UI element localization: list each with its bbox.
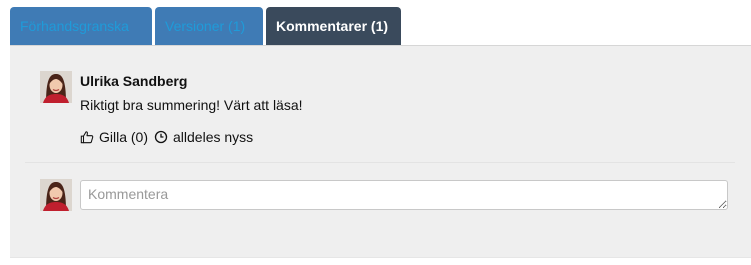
divider <box>25 162 735 163</box>
tab-comments-label: Kommentarer (1) <box>276 18 389 34</box>
time-label: alldeles nyss <box>173 129 254 145</box>
panel-bottom-border <box>10 257 751 258</box>
clock-icon <box>154 130 168 144</box>
comment-text: Riktigt bra summering! Värt att läsa! <box>80 97 303 113</box>
tab-versions-label: Versioner (1) <box>165 18 246 34</box>
tab-preview-label: Förhandsgranska <box>20 18 129 34</box>
avatar <box>40 71 72 103</box>
comments-panel: Ulrika Sandberg Riktigt bra summering! V… <box>10 46 751 257</box>
tab-preview[interactable]: Förhandsgranska <box>10 7 152 45</box>
tab-comments[interactable]: Kommentarer (1) <box>266 7 401 45</box>
like-button[interactable]: Gilla (0) <box>80 129 148 145</box>
tab-versions[interactable]: Versioner (1) <box>155 7 263 45</box>
comment-author: Ulrika Sandberg <box>80 73 188 89</box>
like-label: Gilla (0) <box>99 129 149 145</box>
comment-time: alldeles nyss <box>154 129 253 145</box>
comment-meta: Gilla (0) alldeles nyss <box>80 129 253 145</box>
avatar <box>40 179 72 211</box>
comment-input[interactable] <box>80 180 728 210</box>
tab-bar: Förhandsgranska Versioner (1) Kommentare… <box>10 7 751 46</box>
thumbs-up-icon <box>80 131 94 144</box>
